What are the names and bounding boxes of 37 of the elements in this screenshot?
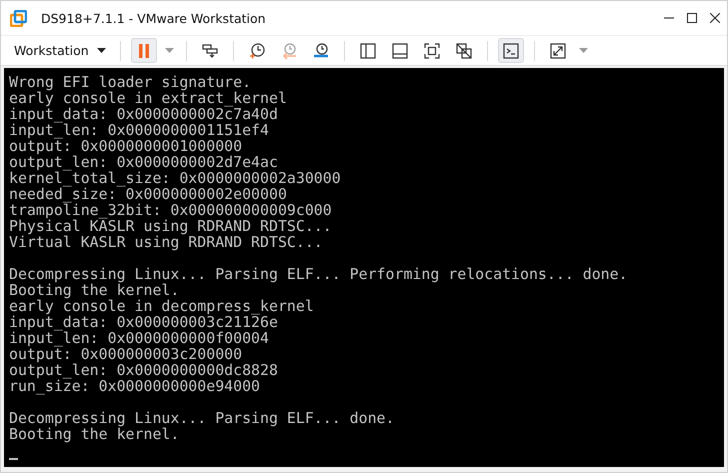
app-logo-icon	[10, 10, 27, 26]
stretch-icon	[548, 42, 567, 60]
console-line: input_len: 0x0000000000f00004	[9, 330, 270, 346]
terminal-icon	[502, 42, 520, 60]
console-line: early console in extract_kernel	[9, 90, 288, 106]
crossed-windows-icon	[454, 42, 473, 60]
clock-plus-icon	[248, 42, 266, 60]
console-line: Decompressing Linux... Parsing ELF... Performing relocations... done.	[9, 266, 629, 282]
workstation-menu[interactable]: Workstation	[8, 41, 112, 60]
maximize-icon	[687, 13, 697, 23]
toolbar-button[interactable]	[498, 38, 524, 63]
console-line: output_len: 0x0000000000dc8828	[9, 362, 279, 378]
console-line: output: 0x000000003c200000	[9, 346, 244, 362]
console-line: Physical KASLR using RDRAND RDTSC...	[9, 218, 333, 234]
close-icon	[710, 13, 720, 23]
console-line: Decompressing Linux... Parsing ELF... done.	[9, 410, 396, 426]
console-line: output: 0x0000000001000000	[9, 138, 244, 154]
caret-icon[interactable]	[164, 48, 174, 54]
console-line: Wrong EFI loader signature.	[9, 74, 252, 90]
bottom-panel-icon	[390, 42, 409, 60]
console-line: needed_size: 0x0000000002e00000	[9, 186, 288, 202]
caret-icon[interactable]	[578, 48, 588, 54]
console-line: kernel_total_size: 0x0000000002a30000	[9, 170, 342, 186]
sidebar-icon	[358, 42, 377, 60]
caret-icon	[96, 48, 106, 54]
window-title: DS918+7.1.1 - VMware Workstation	[41, 10, 267, 26]
console-line: input_len: 0x0000000001151ef4	[9, 122, 270, 138]
console-line: Virtual KASLR using RDRAND RDTSC...	[9, 234, 324, 250]
console-line: input_data: 0x0000000002c7a40d	[9, 106, 278, 122]
console-line: trampoline_32bit: 0x000000000009c000	[9, 202, 333, 218]
console-line: run_size: 0x0000000000e94000	[9, 378, 262, 394]
console-line: Booting the kernel.	[9, 426, 180, 442]
fullscreen-icon	[422, 42, 441, 60]
console-line: input_data: 0x000000003c21126e	[9, 314, 278, 330]
console-line: Booting the kernel.	[9, 282, 180, 298]
console-line: output_len: 0x0000000002d7e4ac	[9, 154, 279, 170]
console-line: early console in decompress_kernel	[9, 298, 315, 314]
